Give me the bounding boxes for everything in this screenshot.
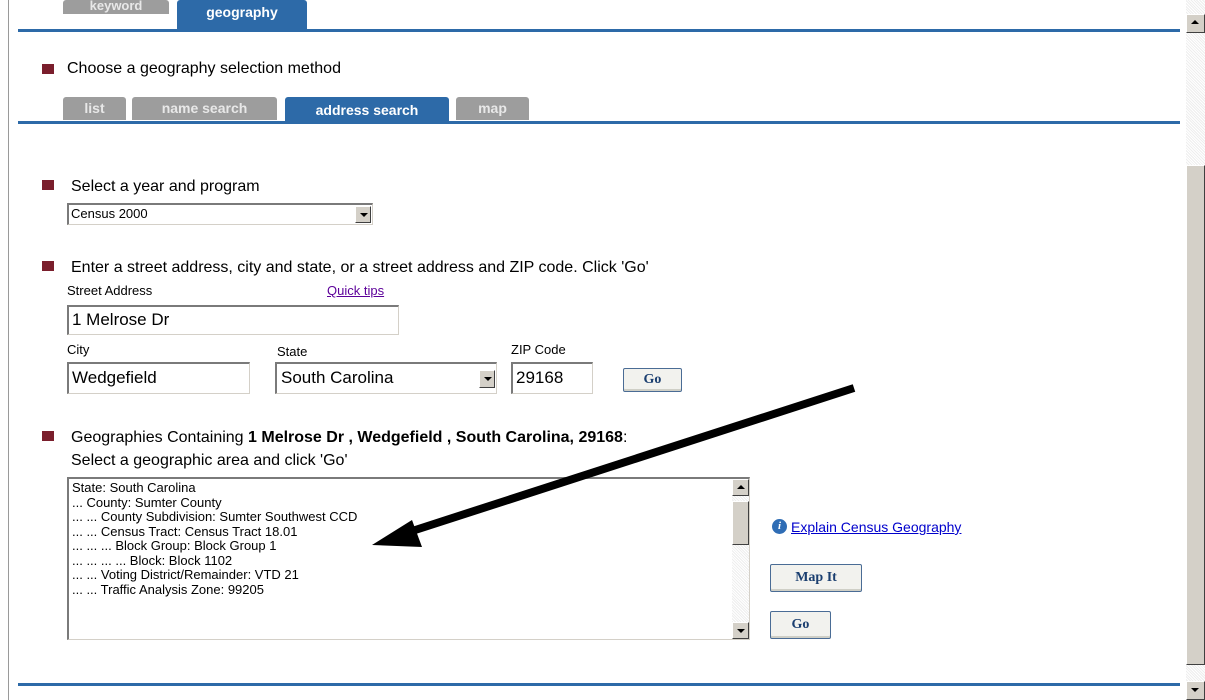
tab-name-search[interactable]: name search [132, 97, 277, 120]
zip-label: ZIP Code [511, 342, 566, 357]
list-item[interactable]: ... ... County Subdivision: Sumter South… [69, 509, 749, 525]
page-scrollbar[interactable] [1186, 0, 1205, 700]
info-icon: i [772, 519, 787, 534]
page-scroll-thumb[interactable] [1186, 165, 1205, 665]
geographies-instruction: Select a geographic area and click 'Go' [71, 452, 348, 469]
year-program-title: Select a year and program [71, 178, 260, 195]
section-bullet [42, 180, 54, 190]
quick-tips-link[interactable]: Quick tips [327, 283, 384, 298]
scroll-down-icon[interactable] [1186, 681, 1205, 700]
scroll-down-icon[interactable] [732, 622, 749, 639]
chevron-down-icon[interactable] [479, 370, 495, 388]
listbox-scrollbar[interactable] [732, 479, 749, 639]
section-bullet [42, 64, 54, 74]
address-title: Enter a street address, city and state, … [71, 259, 649, 276]
list-item[interactable]: ... ... ... Block Group: Block Group 1 [69, 538, 749, 554]
tab-map[interactable]: map [456, 97, 529, 120]
map-it-button[interactable]: Map It [770, 564, 862, 592]
geographies-title: Geographies Containing 1 Melrose Dr , We… [71, 429, 627, 447]
scroll-thumb[interactable] [732, 501, 749, 545]
bottom-rule [18, 683, 1180, 686]
list-item[interactable]: ... ... Census Tract: Census Tract 18.01 [69, 524, 749, 540]
state-value: South Carolina [281, 368, 394, 387]
geographies-address: 1 Melrose Dr , Wedgefield , South Caroli… [248, 429, 623, 446]
method-tab-rule [18, 121, 1180, 124]
scroll-up-icon[interactable] [1186, 14, 1205, 33]
chevron-down-icon[interactable] [355, 206, 371, 223]
geographies-title-prefix: Geographies Containing [71, 429, 249, 446]
tab-address-search[interactable]: address search [285, 97, 449, 123]
selection-method-title: Choose a geography selection method [67, 60, 341, 77]
tab-list[interactable]: list [63, 97, 126, 120]
street-address-input[interactable]: 1 Melrose Dr [67, 305, 399, 335]
explain-geography-link[interactable]: Explain Census Geography [791, 519, 961, 535]
list-item[interactable]: State: South Carolina [69, 480, 749, 496]
geographies-title-suffix: : [622, 429, 628, 446]
top-tab-rule [18, 29, 1180, 32]
state-select[interactable]: South Carolina [275, 362, 497, 394]
tab-keyword[interactable]: keyword [63, 0, 169, 14]
scroll-up-icon[interactable] [732, 479, 749, 496]
list-item[interactable]: ... ... Traffic Analysis Zone: 99205 [69, 582, 749, 598]
list-item[interactable]: ... County: Sumter County [69, 495, 749, 511]
city-label: City [67, 342, 90, 357]
city-input[interactable]: Wedgefield [67, 362, 250, 394]
list-item[interactable]: ... ... Voting District/Remainder: VTD 2… [69, 567, 749, 583]
address-go-button[interactable]: Go [623, 368, 682, 392]
year-program-select[interactable]: Census 2000 [67, 203, 373, 225]
zip-input[interactable]: 29168 [511, 362, 593, 394]
tab-geography[interactable]: geography [177, 0, 307, 30]
section-bullet [42, 261, 54, 271]
section-bullet [42, 431, 54, 441]
street-address-label: Street Address [67, 283, 153, 298]
state-label: State [277, 344, 308, 359]
year-program-value: Census 2000 [71, 206, 148, 221]
geography-listbox[interactable]: State: South Carolina ... County: Sumter… [67, 477, 750, 640]
geography-go-button[interactable]: Go [770, 611, 831, 639]
list-item[interactable]: ... ... ... ... Block: Block 1102 [69, 553, 749, 569]
